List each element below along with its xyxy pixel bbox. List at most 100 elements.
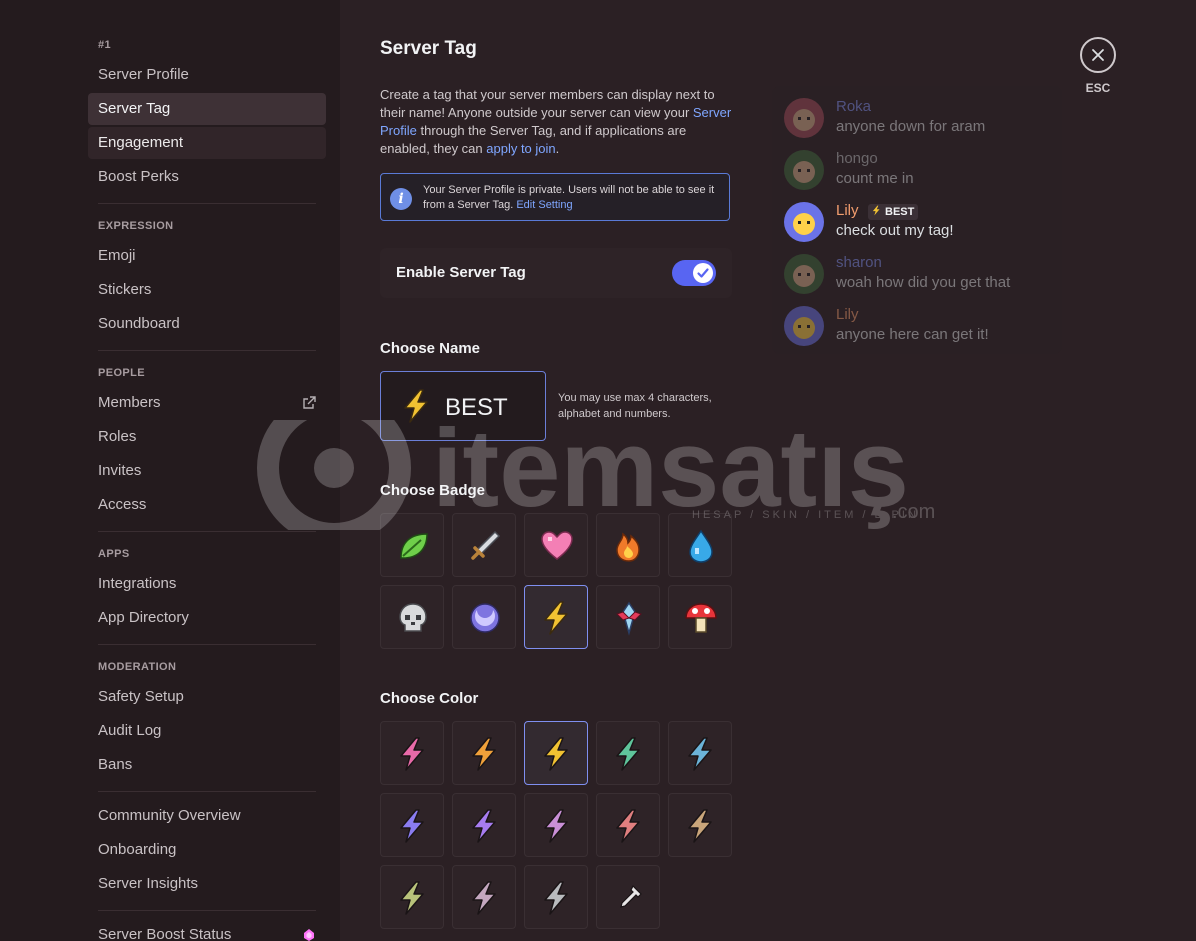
sidebar-item-emoji[interactable]: Emoji bbox=[88, 240, 326, 272]
color-option[interactable] bbox=[524, 865, 588, 929]
info-icon: i bbox=[390, 188, 412, 210]
enable-server-tag-toggle[interactable] bbox=[672, 260, 716, 286]
badge-option-sword[interactable] bbox=[452, 513, 516, 577]
badge-option-crystal[interactable] bbox=[596, 585, 660, 649]
crystal-icon bbox=[616, 601, 642, 636]
lightning-icon bbox=[616, 809, 640, 843]
sidebar-item-roles[interactable]: Roles bbox=[88, 421, 326, 453]
badge-option-fire[interactable] bbox=[596, 513, 660, 577]
sidebar-header-expression: EXPRESSION bbox=[98, 220, 174, 232]
badge-option-skull[interactable] bbox=[380, 585, 444, 649]
sidebar-item-server-tag[interactable]: Server Tag bbox=[88, 93, 326, 125]
esc-label: ESC bbox=[1085, 81, 1111, 95]
sidebar-item-engagement[interactable]: Engagement bbox=[88, 127, 326, 159]
message-text: count me in bbox=[836, 170, 914, 187]
lightning-icon bbox=[544, 601, 568, 635]
badge-option-lightning[interactable] bbox=[524, 585, 588, 649]
color-option[interactable] bbox=[380, 721, 444, 785]
color-option[interactable] bbox=[524, 721, 588, 785]
sidebar-divider bbox=[98, 350, 316, 351]
sidebar-item-server-profile[interactable]: Server Profile bbox=[88, 59, 326, 91]
lightning-icon bbox=[544, 809, 568, 843]
lightning-icon bbox=[616, 737, 640, 771]
avatar bbox=[784, 254, 824, 294]
watermark-suffix: .com bbox=[892, 501, 935, 523]
settings-sidebar: #1 Server Profile Server Tag Engagement … bbox=[0, 0, 340, 941]
message-text: woah how did you get that bbox=[836, 274, 1011, 291]
sidebar-divider bbox=[98, 910, 316, 911]
sidebar-item-integrations[interactable]: Integrations bbox=[88, 568, 326, 600]
fire-icon bbox=[616, 532, 640, 562]
lightning-icon bbox=[688, 737, 712, 771]
preview-message: Lily BEST check out my tag! bbox=[784, 202, 1054, 246]
sidebar-item-members[interactable]: Members bbox=[88, 387, 326, 419]
message-author: hongo bbox=[836, 150, 878, 167]
sidebar-item-server-insights[interactable]: Server Insights bbox=[88, 868, 326, 900]
badge-option-moon[interactable] bbox=[452, 585, 516, 649]
message-author: Lily bbox=[836, 306, 859, 323]
lightning-icon bbox=[472, 881, 496, 915]
sidebar-item-label: Members bbox=[98, 394, 161, 411]
color-option[interactable] bbox=[668, 721, 732, 785]
message-author: sharon bbox=[836, 254, 882, 271]
color-option[interactable] bbox=[596, 793, 660, 857]
private-profile-notice: i Your Server Profile is private. Users … bbox=[380, 173, 730, 221]
sidebar-item-stickers[interactable]: Stickers bbox=[88, 274, 326, 306]
lightning-icon bbox=[400, 881, 424, 915]
color-option[interactable] bbox=[596, 721, 660, 785]
lightning-icon bbox=[404, 389, 428, 423]
badge-option-mushroom[interactable] bbox=[668, 585, 732, 649]
lightning-icon bbox=[688, 809, 712, 843]
sidebar-header-apps: APPS bbox=[98, 548, 130, 560]
color-option[interactable] bbox=[380, 793, 444, 857]
close-button[interactable] bbox=[1080, 37, 1116, 73]
color-option[interactable] bbox=[452, 721, 516, 785]
message-text: anyone down for aram bbox=[836, 118, 986, 135]
page-title: Server Tag bbox=[380, 38, 477, 59]
check-icon bbox=[697, 268, 709, 278]
sidebar-item-soundboard[interactable]: Soundboard bbox=[88, 308, 326, 340]
sidebar-item-community-overview[interactable]: Community Overview bbox=[88, 800, 326, 832]
description-text: . bbox=[555, 141, 560, 156]
sidebar-item-server-boost-status[interactable]: Server Boost Status bbox=[88, 919, 326, 941]
mushroom-icon bbox=[685, 603, 717, 633]
heart-icon bbox=[541, 531, 573, 560]
sidebar-item-onboarding[interactable]: Onboarding bbox=[88, 834, 326, 866]
lightning-icon bbox=[544, 881, 568, 915]
lightning-icon bbox=[544, 737, 568, 771]
sidebar-item-audit-log[interactable]: Audit Log bbox=[88, 715, 326, 747]
edit-setting-link[interactable]: Edit Setting bbox=[516, 199, 572, 211]
sidebar-item-access[interactable]: Access bbox=[88, 489, 326, 521]
sword-icon bbox=[471, 530, 501, 560]
color-option[interactable] bbox=[668, 793, 732, 857]
custom-color-button[interactable] bbox=[596, 865, 660, 929]
preview-message: Roka anyone down for aram bbox=[784, 98, 1054, 142]
color-option[interactable] bbox=[452, 793, 516, 857]
sidebar-item-invites[interactable]: Invites bbox=[88, 455, 326, 487]
sidebar-header-server: #1 bbox=[98, 39, 112, 51]
lightning-icon bbox=[472, 809, 496, 843]
server-tag-text: BEST bbox=[885, 206, 915, 218]
sidebar-item-app-directory[interactable]: App Directory bbox=[88, 602, 326, 634]
badge-option-water-drop[interactable] bbox=[668, 513, 732, 577]
sidebar-item-safety-setup[interactable]: Safety Setup bbox=[88, 681, 326, 713]
apply-to-join-link[interactable]: apply to join bbox=[486, 141, 555, 156]
avatar bbox=[784, 202, 824, 242]
color-option[interactable] bbox=[452, 865, 516, 929]
badge-option-heart[interactable] bbox=[524, 513, 588, 577]
tag-name-input[interactable]: BEST bbox=[380, 371, 546, 441]
avatar bbox=[784, 98, 824, 138]
close-icon bbox=[1092, 49, 1104, 61]
sidebar-divider bbox=[98, 531, 316, 532]
sidebar-header-moderation: MODERATION bbox=[98, 661, 177, 673]
sidebar-divider bbox=[98, 791, 316, 792]
message-author: Roka bbox=[836, 98, 872, 115]
description-text: Create a tag that your server members ca… bbox=[380, 87, 715, 120]
water-drop-icon bbox=[689, 529, 713, 563]
sidebar-item-bans[interactable]: Bans bbox=[88, 749, 326, 781]
badge-option-leaf[interactable] bbox=[380, 513, 444, 577]
color-option[interactable] bbox=[380, 865, 444, 929]
sidebar-item-boost-perks[interactable]: Boost Perks bbox=[88, 161, 326, 193]
color-option[interactable] bbox=[524, 793, 588, 857]
lightning-icon bbox=[400, 809, 424, 843]
